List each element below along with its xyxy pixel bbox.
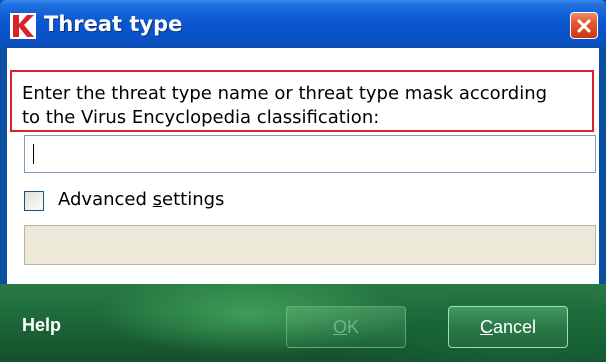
dialog-footer: Help OK Cancel xyxy=(0,284,606,362)
kaspersky-logo-icon xyxy=(10,13,36,39)
help-link[interactable]: Help xyxy=(22,315,61,336)
close-icon xyxy=(577,19,591,32)
dialog-window: Threat type Enter the threat type name o… xyxy=(0,0,606,362)
close-button[interactable] xyxy=(570,12,598,39)
title-bar[interactable]: Threat type xyxy=(0,0,606,48)
prompt-line-1: Enter the threat type name or threat typ… xyxy=(22,83,548,104)
ok-button[interactable]: OK xyxy=(286,306,406,348)
prompt-line-2: to the Virus Encyclopedia classification… xyxy=(22,107,380,128)
cancel-button[interactable]: Cancel xyxy=(448,306,568,348)
prompt-label: Enter the threat type name or threat typ… xyxy=(22,82,592,130)
advanced-settings-label[interactable]: Advanced settings xyxy=(58,189,224,210)
text-caret xyxy=(33,144,34,164)
threat-type-input[interactable] xyxy=(24,135,596,173)
window-title: Threat type xyxy=(44,12,183,36)
advanced-settings-checkbox[interactable] xyxy=(24,191,44,211)
advanced-settings-field xyxy=(24,225,596,265)
